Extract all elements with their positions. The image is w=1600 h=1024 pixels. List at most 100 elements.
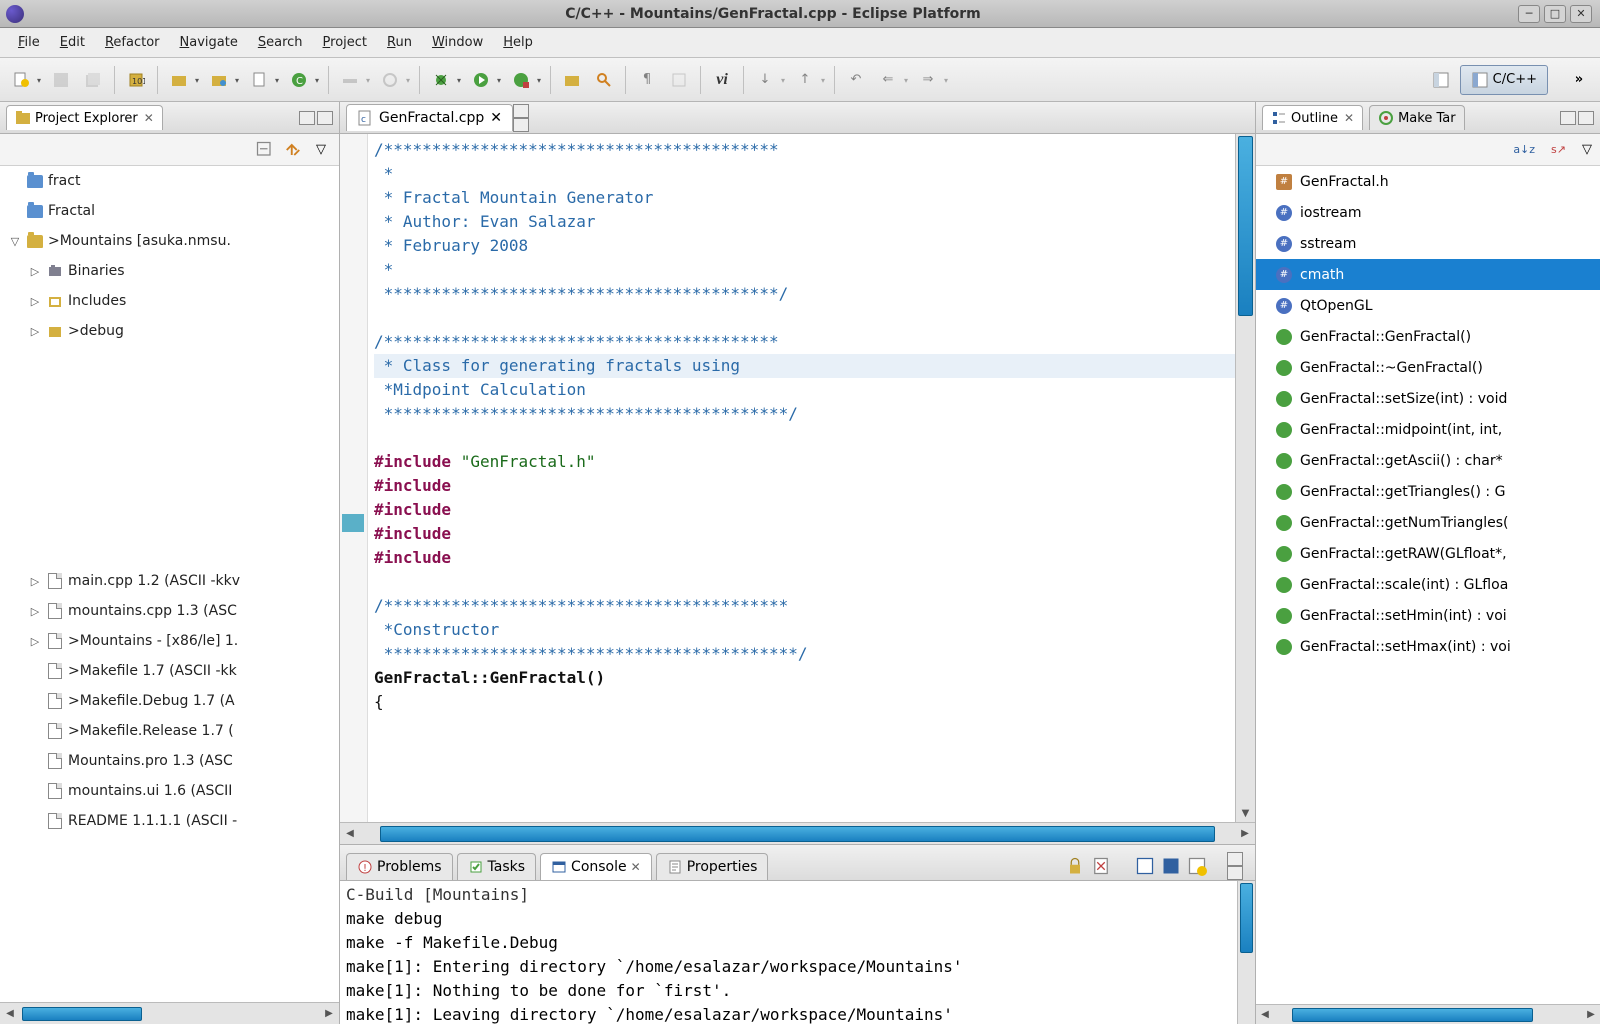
bottom-tab-properties[interactable]: Properties — [656, 853, 769, 880]
bottom-tab-console[interactable]: Console✕ — [540, 853, 652, 880]
new-class-button[interactable]: C — [284, 65, 314, 95]
hide-static-icon[interactable]: s↗ — [1551, 142, 1566, 157]
tree-node[interactable]: Fractal — [0, 196, 339, 226]
outline-item[interactable]: GenFractal::GenFractal() — [1256, 321, 1600, 352]
tree-node[interactable]: >Makefile.Release 1.7 ( — [0, 716, 339, 746]
menu-navigate[interactable]: Navigate — [170, 31, 248, 54]
outline-item[interactable]: #QtOpenGL — [1256, 290, 1600, 321]
close-icon[interactable]: ✕ — [1344, 111, 1354, 125]
tree-node[interactable]: fract — [0, 166, 339, 196]
code-area[interactable]: /***************************************… — [368, 134, 1235, 822]
build-config-button[interactable] — [335, 65, 365, 95]
close-icon[interactable]: ✕ — [144, 111, 154, 125]
save-button[interactable] — [46, 65, 76, 95]
tree-node[interactable]: mountains.ui 1.6 (ASCII — [0, 776, 339, 806]
editor-hscroll[interactable]: ◀▶ — [340, 822, 1255, 844]
outline-item[interactable]: GenFractal::setSize(int) : void — [1256, 383, 1600, 414]
new-console-icon[interactable] — [1187, 856, 1207, 876]
run-ext-button[interactable] — [506, 65, 536, 95]
window-maximize-button[interactable]: □ — [1544, 5, 1566, 23]
new-folder-button[interactable] — [204, 65, 234, 95]
tree-node[interactable]: ▷>Mountains - [x86/le] 1. — [0, 626, 339, 656]
outline-item[interactable]: GenFractal::getTriangles() : G — [1256, 476, 1600, 507]
search-button[interactable] — [589, 65, 619, 95]
view-minimize-button[interactable] — [299, 111, 315, 125]
perspective-cpp-button[interactable]: C/C++ — [1460, 65, 1548, 95]
outline-hscroll[interactable]: ◀ ▶ — [1256, 1004, 1600, 1024]
editor-minimize-button[interactable] — [513, 104, 529, 118]
project-explorer-tab[interactable]: Project Explorer ✕ — [6, 105, 163, 130]
view-maximize-button[interactable] — [317, 111, 333, 125]
menu-edit[interactable]: Edit — [50, 31, 95, 54]
menu-file[interactable]: File — [8, 31, 50, 54]
outline-item[interactable]: #sstream — [1256, 228, 1600, 259]
tree-node[interactable]: ▷mountains.cpp 1.3 (ASC — [0, 596, 339, 626]
menu-window[interactable]: Window — [422, 31, 493, 54]
close-icon[interactable]: ✕ — [490, 110, 502, 126]
open-type-button[interactable] — [557, 65, 587, 95]
outline-item[interactable]: GenFractal::midpoint(int, int, — [1256, 414, 1600, 445]
build-button[interactable]: 101 — [121, 65, 151, 95]
new-project-button[interactable] — [164, 65, 194, 95]
outline-tab[interactable]: Outline ✕ — [1262, 105, 1363, 130]
outline-tree[interactable]: #GenFractal.h#iostream#sstream#cmath#QtO… — [1256, 166, 1600, 1004]
new-file-button[interactable] — [244, 65, 274, 95]
bottom-tab-tasks[interactable]: Tasks — [457, 853, 537, 880]
window-minimize-button[interactable]: ─ — [1518, 5, 1540, 23]
menu-project[interactable]: Project — [313, 31, 378, 54]
tree-node[interactable]: >Makefile 1.7 (ASCII -kk — [0, 656, 339, 686]
bottom-maximize-button[interactable] — [1227, 866, 1243, 880]
window-close-button[interactable]: ✕ — [1570, 5, 1592, 23]
editor-maximize-button[interactable] — [513, 118, 529, 132]
last-edit-button[interactable]: ↶ — [841, 65, 871, 95]
bottom-minimize-button[interactable] — [1227, 852, 1243, 866]
next-annotation-button[interactable]: ↓ — [750, 65, 780, 95]
tree-node[interactable]: README 1.1.1.1 (ASCII - — [0, 806, 339, 836]
outline-minimize-button[interactable] — [1560, 111, 1576, 125]
tree-node[interactable]: ▷Includes — [0, 286, 339, 316]
build-target-button[interactable] — [375, 65, 405, 95]
menu-refactor[interactable]: Refactor — [95, 31, 170, 54]
lock-scroll-icon[interactable] — [1065, 856, 1085, 876]
console-vscroll[interactable] — [1237, 881, 1255, 1024]
run-button[interactable] — [466, 65, 496, 95]
make-targets-tab[interactable]: Make Tar — [1369, 105, 1464, 130]
console-body[interactable]: C-Build [Mountains] make debugmake -f Ma… — [340, 881, 1255, 1024]
outline-item[interactable]: GenFractal::~GenFractal() — [1256, 352, 1600, 383]
view-menu-button[interactable]: ▽ — [1582, 142, 1592, 157]
menu-run[interactable]: Run — [377, 31, 422, 54]
debug-button[interactable] — [426, 65, 456, 95]
project-tree[interactable]: fractFractal▽>Mountains [asuka.nmsu.▷Bin… — [0, 166, 339, 1002]
collapse-all-button[interactable] — [255, 140, 275, 160]
remove-terminated-icon[interactable] — [1091, 856, 1111, 876]
display-selected-icon[interactable] — [1135, 856, 1155, 876]
vi-mode-button[interactable]: vi — [707, 65, 737, 95]
tree-node[interactable]: >Makefile.Debug 1.7 (A — [0, 686, 339, 716]
menu-search[interactable]: Search — [248, 31, 313, 54]
view-menu-button[interactable]: ▽ — [311, 140, 331, 160]
outline-item[interactable]: GenFractal::scale(int) : GLfloa — [1256, 569, 1600, 600]
editor-vscroll[interactable]: ▲ ▼ — [1235, 134, 1255, 822]
bottom-tab-problems[interactable]: !Problems — [346, 853, 453, 880]
tree-node[interactable]: ▷Binaries — [0, 256, 339, 286]
tree-node[interactable]: ▷>debug — [0, 316, 339, 346]
back-button[interactable]: ⇐ — [873, 65, 903, 95]
prev-annotation-button[interactable]: ↑ — [790, 65, 820, 95]
forward-button[interactable]: ⇒ — [913, 65, 943, 95]
tree-node[interactable]: ▽>Mountains [asuka.nmsu. — [0, 226, 339, 256]
sort-icon[interactable]: a↓z — [1513, 142, 1535, 157]
new-button[interactable] — [6, 65, 36, 95]
open-console-icon[interactable] — [1161, 856, 1181, 876]
tree-node[interactable]: Mountains.pro 1.3 (ASC — [0, 746, 339, 776]
toggle-block-button[interactable] — [664, 65, 694, 95]
link-editor-button[interactable] — [283, 140, 303, 160]
outline-item[interactable]: GenFractal::setHmin(int) : voi — [1256, 600, 1600, 631]
outline-item[interactable]: GenFractal::getNumTriangles( — [1256, 507, 1600, 538]
outline-item[interactable]: GenFractal::getRAW(GLfloat*, — [1256, 538, 1600, 569]
save-all-button[interactable] — [78, 65, 108, 95]
outline-item[interactable]: #cmath — [1256, 259, 1600, 290]
outline-item[interactable]: #iostream — [1256, 197, 1600, 228]
outline-item[interactable]: GenFractal::setHmax(int) : voi — [1256, 631, 1600, 662]
outline-item[interactable]: #GenFractal.h — [1256, 166, 1600, 197]
toggle-mark-button[interactable]: ¶ — [632, 65, 662, 95]
